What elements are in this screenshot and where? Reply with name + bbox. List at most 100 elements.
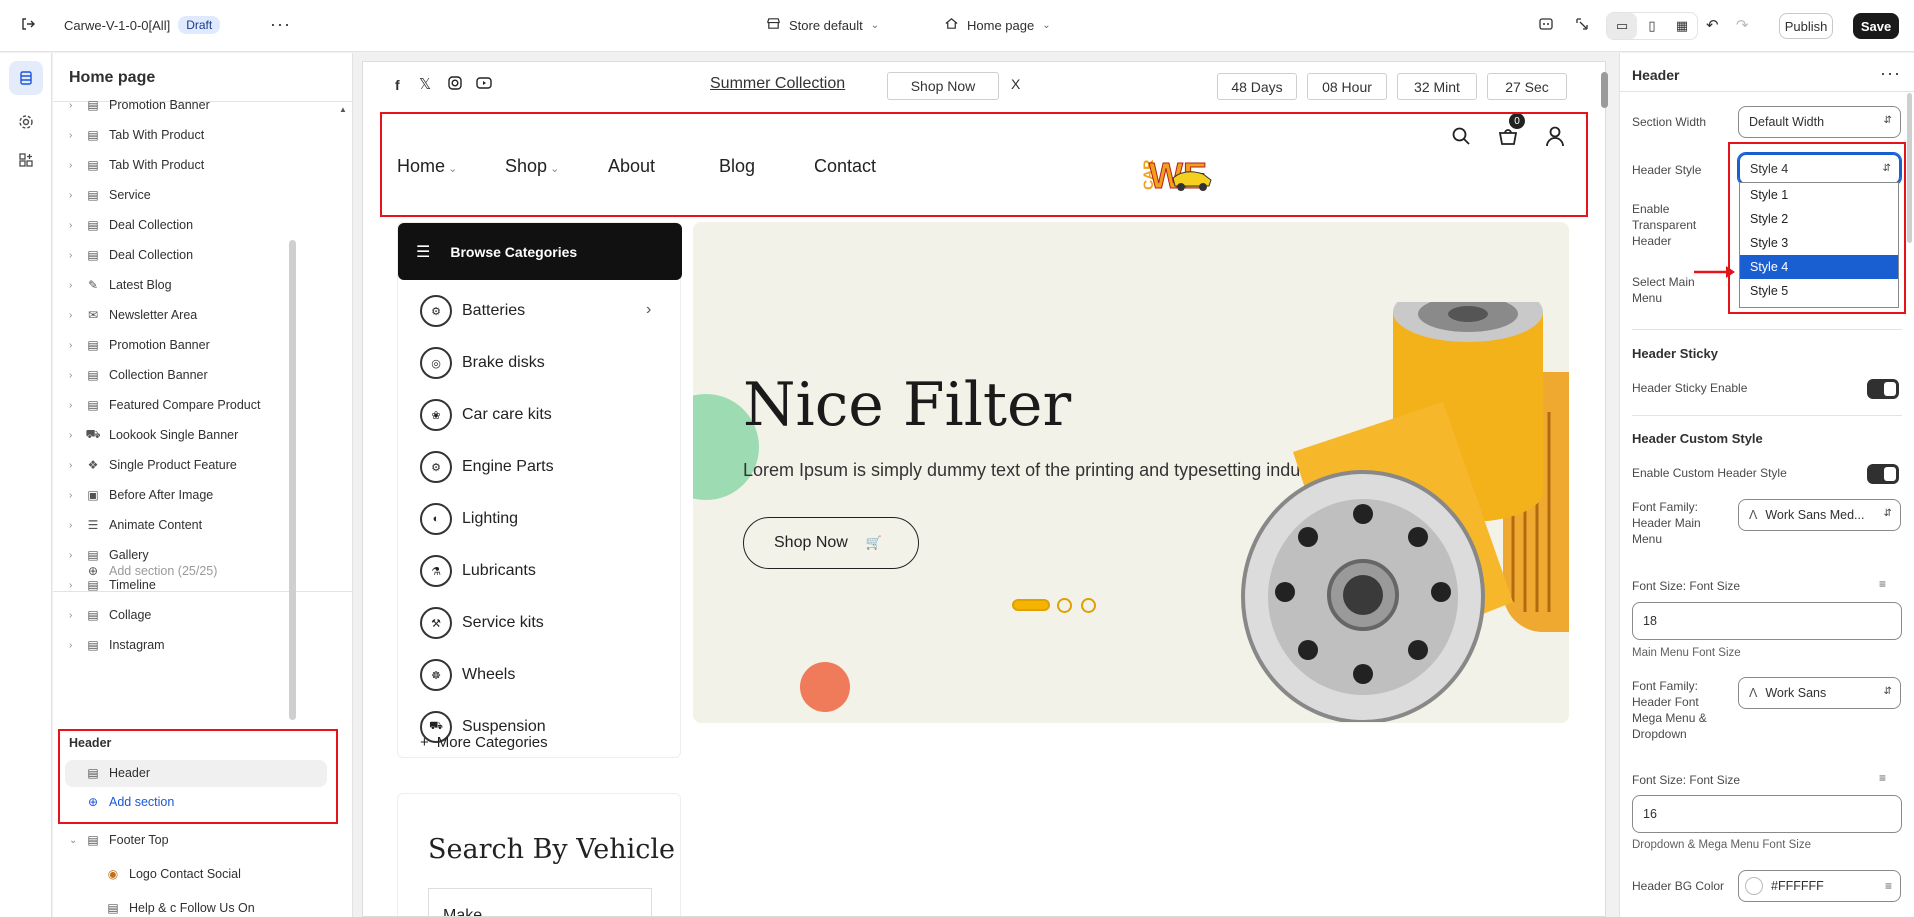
sidebar-item-label: Promotion Banner: [109, 338, 210, 352]
facebook-icon[interactable]: f: [395, 77, 400, 93]
exit-icon[interactable]: [20, 16, 36, 32]
more-categories-link[interactable]: + More Categories: [420, 722, 548, 762]
announcement-shop-now-button[interactable]: Shop Now: [887, 72, 999, 100]
chevron-right-icon[interactable]: ›: [69, 250, 83, 261]
chevron-right-icon[interactable]: ›: [69, 100, 83, 111]
section-width-select[interactable]: Default Width ⇵: [1738, 106, 1901, 138]
search-by-vehicle: Search By Vehicle Make: [397, 793, 681, 916]
sidebar-item[interactable]: › ▤ Promotion Banner: [69, 333, 210, 357]
sidebar-item[interactable]: › ▤ Deal Collection: [69, 213, 193, 237]
youtube-icon[interactable]: [475, 75, 493, 94]
chevron-right-icon[interactable]: ›: [69, 310, 83, 321]
settings-scrollbar[interactable]: [1907, 93, 1912, 243]
chevron-right-icon[interactable]: ›: [69, 490, 83, 501]
summer-collection-link[interactable]: Summer Collection: [710, 75, 845, 93]
sidebar-item[interactable]: › ▤ Collage: [69, 603, 151, 627]
chevron-right-icon[interactable]: ›: [69, 130, 83, 141]
category-item[interactable]: ◎ Brake disks: [420, 343, 545, 383]
custom-style-toggle[interactable]: [1867, 464, 1899, 484]
sidebar-item[interactable]: › ▤ Instagram: [69, 633, 165, 657]
sidebar-item[interactable]: › ▤ Tab With Product: [69, 153, 204, 177]
category-label: Lubricants: [462, 562, 536, 579]
redo-icon[interactable]: ↷: [1736, 16, 1749, 34]
more-options-icon[interactable]: ···: [270, 14, 291, 35]
chevron-right-icon[interactable]: ›: [69, 430, 83, 441]
chevron-right-icon[interactable]: ›: [69, 190, 83, 201]
sidebar-item[interactable]: › ❖ Single Product Feature: [69, 453, 237, 477]
chevron-right-icon[interactable]: ›: [69, 610, 83, 621]
sidebar-item[interactable]: › ▤ Deal Collection: [69, 243, 193, 267]
font-size-help-1: Main Menu Font Size: [1632, 647, 1741, 659]
font-size-input-1[interactable]: 18: [1632, 602, 1902, 640]
footer-top-item[interactable]: ⌄ ▤ Footer Top: [69, 828, 169, 852]
preview-scrollbar[interactable]: [1601, 72, 1608, 108]
database-icon[interactable]: ≡: [1879, 577, 1886, 591]
sidebar-item[interactable]: › ▤ Service: [69, 183, 151, 207]
image-icon: ▣: [87, 488, 99, 502]
sidebar-item[interactable]: › ☰ Animate Content: [69, 513, 202, 537]
settings-icon[interactable]: [9, 105, 43, 139]
sidebar-item[interactable]: › ⛟ Lookook Single Banner: [69, 423, 238, 447]
chevron-right-icon[interactable]: ›: [69, 160, 83, 171]
mobile-icon[interactable]: ▯: [1637, 13, 1667, 39]
section-icon: ▤: [87, 248, 99, 262]
cut-row-item[interactable]: ▤ Help & c Follow Us On: [103, 901, 254, 915]
publish-button[interactable]: Publish: [1779, 13, 1833, 39]
select-cursor-icon[interactable]: [1574, 16, 1590, 32]
sidebar-item[interactable]: › ▤ Promotion Banner: [69, 93, 210, 117]
database-icon[interactable]: ≡: [1879, 771, 1886, 785]
font-size-input-2[interactable]: 16: [1632, 795, 1902, 833]
more-options-icon[interactable]: ···: [1880, 63, 1901, 84]
sidebar-item[interactable]: › ✉ Newsletter Area: [69, 303, 197, 327]
make-select[interactable]: Make: [428, 888, 652, 916]
sticky-enable-toggle[interactable]: [1867, 379, 1899, 399]
undo-icon[interactable]: ↶: [1706, 16, 1719, 34]
chevron-right-icon[interactable]: ›: [69, 520, 83, 531]
save-button[interactable]: Save: [1853, 13, 1899, 39]
instagram-icon[interactable]: [447, 75, 463, 94]
x-twitter-icon[interactable]: 𝕏: [419, 75, 431, 93]
category-item[interactable]: ◐ Lighting: [420, 499, 518, 539]
slider-dot[interactable]: [1057, 598, 1072, 613]
chevron-right-icon[interactable]: ›: [69, 220, 83, 231]
sidebar-item[interactable]: › ▣ Before After Image: [69, 483, 213, 507]
home-icon: [944, 16, 959, 34]
slider-dot-active[interactable]: [1012, 599, 1050, 611]
section-icon: ▤: [87, 608, 99, 622]
sidebar-item[interactable]: › ▤ Featured Compare Product: [69, 393, 260, 417]
font-family-main-select[interactable]: Λ Work Sans Med... ⇵: [1738, 499, 1901, 531]
text-icon: ☰: [87, 518, 99, 532]
page-selector[interactable]: Home page ⌄: [944, 16, 1051, 34]
category-item[interactable]: ⚗ Lubricants: [420, 551, 536, 591]
sidebar-item[interactable]: › ▤ Tab With Product: [69, 123, 204, 147]
store-selector[interactable]: Store default ⌄: [766, 16, 879, 34]
chevron-right-icon[interactable]: ›: [69, 340, 83, 351]
sidebar-item[interactable]: › ✎ Latest Blog: [69, 273, 172, 297]
chevron-right-icon[interactable]: ›: [69, 400, 83, 411]
sections-icon[interactable]: [9, 61, 43, 95]
category-item[interactable]: ⚒ Service kits: [420, 603, 544, 643]
scroll-up-icon[interactable]: ▲: [339, 105, 347, 114]
chevron-right-icon[interactable]: ›: [69, 640, 83, 651]
apps-icon[interactable]: [9, 143, 43, 177]
fullscreen-icon[interactable]: ▦: [1667, 13, 1697, 39]
chevron-right-icon[interactable]: ›: [69, 460, 83, 471]
bg-color-input[interactable]: #FFFFFF ≡: [1738, 870, 1901, 902]
category-item[interactable]: ☸ Wheels: [420, 655, 515, 695]
hero-shop-now-button[interactable]: Shop Now 🛒: [743, 517, 919, 569]
font-family-mega-select[interactable]: Λ Work Sans ⇵: [1738, 677, 1901, 709]
announcement-close-button[interactable]: X: [1011, 76, 1020, 92]
sidebar-item[interactable]: › ▤ Collection Banner: [69, 363, 208, 387]
sidebar-scrollbar[interactable]: [289, 240, 296, 720]
inspector-icon[interactable]: [1538, 16, 1554, 32]
desktop-icon[interactable]: ▭: [1607, 13, 1637, 39]
logo-contact-item[interactable]: ◉ Logo Contact Social: [103, 862, 241, 886]
chevron-right-icon[interactable]: ›: [69, 280, 83, 291]
browse-categories-button[interactable]: ☰ Browse Categories: [398, 223, 682, 280]
category-item[interactable]: ❀ Car care kits: [420, 395, 552, 435]
category-item[interactable]: ⚙ Engine Parts: [420, 447, 554, 487]
category-item[interactable]: ⚙ Batteries ›: [420, 291, 651, 331]
slider-dot[interactable]: [1081, 598, 1096, 613]
chevron-right-icon[interactable]: ›: [69, 370, 83, 381]
hero-title: Nice Filter: [743, 370, 1072, 440]
